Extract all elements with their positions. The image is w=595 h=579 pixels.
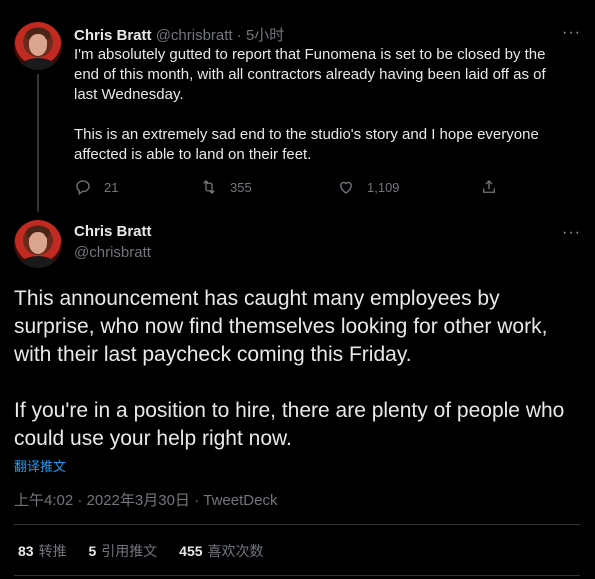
more-icon[interactable]: ··· bbox=[562, 25, 581, 41]
divider bbox=[14, 524, 580, 525]
author-handle[interactable]: @chrisbratt bbox=[156, 27, 233, 44]
avatar[interactable] bbox=[14, 220, 62, 268]
retweet-button[interactable]: 355 bbox=[200, 178, 252, 196]
like-button[interactable]: 1,109 bbox=[337, 178, 400, 196]
divider bbox=[14, 575, 580, 576]
retweet-icon bbox=[203, 180, 215, 194]
tweet-stats: 83 转推 5 引用推文 455 喜欢次数 bbox=[18, 541, 282, 561]
tweet-time[interactable]: 5小时 bbox=[246, 27, 284, 44]
tweet-paragraph: This is an extremely sad end to the stud… bbox=[74, 126, 539, 163]
tweet-paragraph: This announcement has caught many employ… bbox=[14, 287, 548, 366]
tweet-paragraph: I'm absolutely gutted to report that Fun… bbox=[74, 46, 546, 103]
like-count: 1,109 bbox=[367, 179, 400, 195]
share-button[interactable] bbox=[480, 178, 510, 196]
author-name[interactable]: Chris Bratt bbox=[74, 27, 152, 44]
retweets-stat[interactable]: 83 转推 bbox=[18, 543, 67, 559]
tweet-text: This announcement has caught many employ… bbox=[14, 285, 584, 453]
reply-button[interactable]: 21 bbox=[74, 178, 118, 196]
likes-stat[interactable]: 455 喜欢次数 bbox=[179, 543, 263, 559]
tweet-paragraph: If you're in a position to hire, there a… bbox=[14, 399, 565, 450]
share-icon bbox=[483, 180, 495, 193]
quotes-stat[interactable]: 5 引用推文 bbox=[88, 543, 157, 559]
tweet-actions: 21 355 1,109 bbox=[74, 178, 514, 198]
more-icon[interactable]: ··· bbox=[562, 225, 581, 241]
reply-count: 21 bbox=[104, 179, 119, 195]
like-icon bbox=[340, 181, 352, 194]
tweet-text: I'm absolutely gutted to report that Fun… bbox=[74, 45, 554, 165]
avatar[interactable] bbox=[14, 22, 62, 70]
reply-icon bbox=[76, 180, 90, 196]
author-name[interactable]: Chris Bratt bbox=[74, 223, 152, 240]
thread-connector-line bbox=[37, 74, 39, 212]
retweet-count: 355 bbox=[230, 179, 252, 195]
author-handle[interactable]: @chrisbratt bbox=[74, 244, 151, 261]
translate-tweet-link[interactable]: 翻译推文 bbox=[14, 456, 66, 475]
tweet-header: Chris Bratt @chrisbratt · 5小时 bbox=[74, 27, 285, 44]
tweet-meta[interactable]: 上午4:02 · 2022年3月30日 · TweetDeck bbox=[14, 489, 277, 510]
